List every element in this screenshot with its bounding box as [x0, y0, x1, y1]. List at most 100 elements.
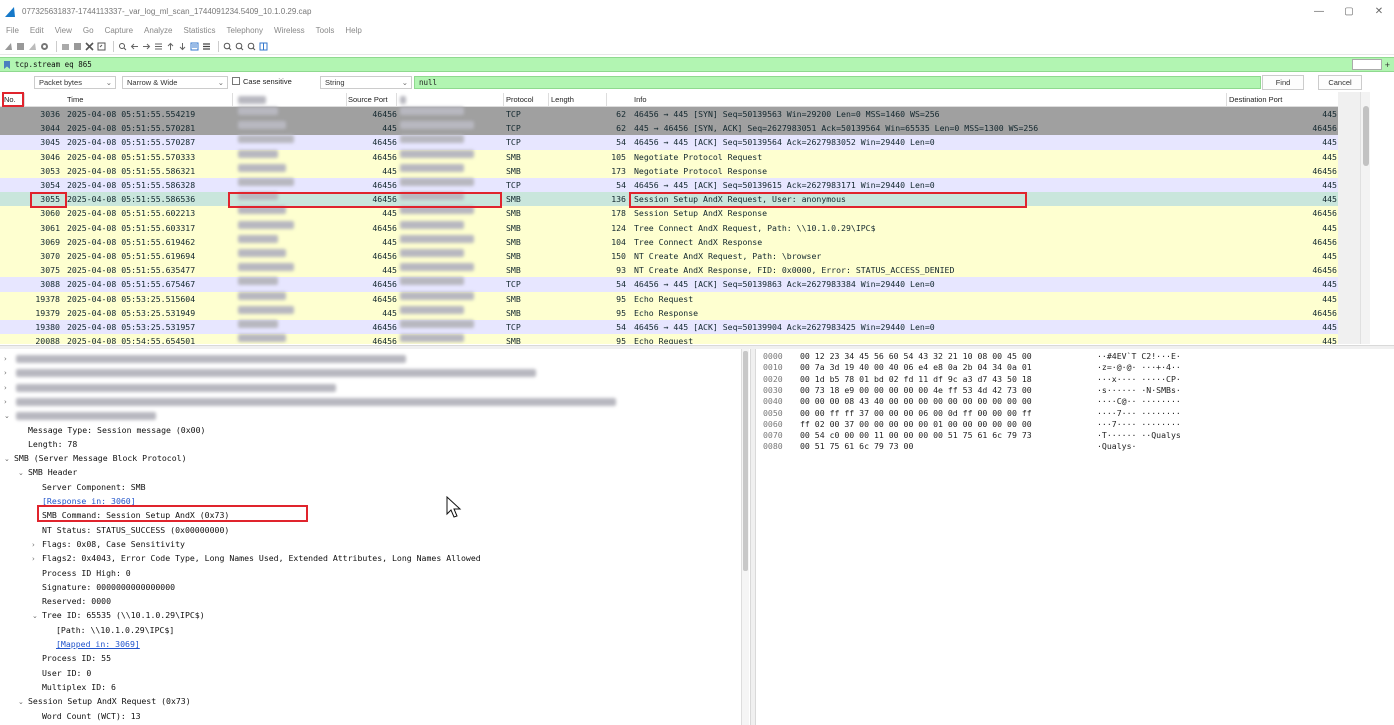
case-sensitive-checkbox[interactable]: Case sensitive	[232, 77, 292, 86]
details-tree-row[interactable]: Word Count (WCT): 13	[32, 709, 141, 723]
find-input[interactable]: null	[414, 76, 1261, 89]
menu-view[interactable]: View	[55, 26, 72, 35]
stop-capture-icon[interactable]	[16, 42, 25, 51]
column-protocol[interactable]: Protocol	[506, 95, 534, 104]
menu-telephony[interactable]: Telephony	[227, 26, 263, 35]
add-filter-button[interactable]: +	[1385, 60, 1390, 70]
chevron-right-icon[interactable]: ›	[4, 395, 14, 409]
pane-splitter[interactable]	[750, 349, 756, 725]
maximize-button[interactable]: ▢	[1334, 0, 1364, 23]
details-tree-row[interactable]: › Flags: 0x08, Case Sensitivity	[32, 537, 185, 551]
details-tree-row[interactable]: ›	[4, 380, 336, 395]
column-source-port[interactable]: Source Port	[348, 95, 388, 104]
display-filter-input[interactable]: tcp.stream eq 865	[15, 60, 92, 69]
details-tree-row[interactable]: Length: 78	[18, 437, 77, 451]
column-info[interactable]: Info	[634, 95, 647, 104]
zoom-out-icon[interactable]	[235, 42, 244, 51]
chevron-down-icon[interactable]: ⌄	[18, 466, 28, 480]
packet-row[interactable]: 3044 2025-04-08 05:51:55.570281 445 TCP 62 44…	[0, 121, 1338, 136]
menu-help[interactable]: Help	[345, 26, 361, 35]
column-time[interactable]: Time	[67, 95, 83, 104]
column-separator[interactable]	[346, 93, 347, 106]
column-separator[interactable]	[232, 93, 233, 106]
menu-file[interactable]: File	[6, 26, 19, 35]
chevron-down-icon[interactable]: ⌄	[4, 409, 14, 423]
autoscroll-icon[interactable]	[190, 42, 199, 51]
zoom-in-icon[interactable]	[223, 42, 232, 51]
menu-edit[interactable]: Edit	[30, 26, 44, 35]
checkbox-box[interactable]	[232, 77, 240, 85]
packet-row[interactable]: 19380 2025-04-08 05:53:25.531957 46456 TCP 5…	[0, 320, 1338, 335]
menu-statistics[interactable]: Statistics	[184, 26, 216, 35]
menu-analyze[interactable]: Analyze	[144, 26, 172, 35]
details-tree-row[interactable]: ›	[4, 394, 616, 409]
details-tree-row[interactable]: ›	[4, 365, 536, 380]
restart-capture-icon[interactable]	[28, 42, 37, 51]
colorize-icon[interactable]	[202, 42, 211, 51]
close-button[interactable]: ✕	[1364, 0, 1394, 23]
details-tree-row[interactable]: ⌄ SMB (Server Message Block Protocol)	[4, 451, 187, 465]
search-in-select[interactable]: Packet bytes ⌄	[34, 76, 116, 89]
packet-row[interactable]: 19379 2025-04-08 05:53:25.531949 445 SMB 95 E…	[0, 305, 1338, 320]
menu-tools[interactable]: Tools	[316, 26, 335, 35]
chevron-right-icon[interactable]: ›	[4, 381, 14, 395]
find-packet-icon[interactable]	[118, 42, 127, 51]
filter-clear-apply-buttons[interactable]	[1351, 59, 1382, 70]
chevron-right-icon[interactable]: ›	[4, 352, 14, 366]
go-to-packet-icon[interactable]	[154, 42, 163, 51]
column-separator[interactable]	[606, 93, 607, 106]
capture-options-icon[interactable]	[40, 42, 49, 51]
packet-row[interactable]: 3061 2025-04-08 05:51:55.603317 46456 SMB 12…	[0, 220, 1338, 235]
details-tree-row[interactable]: ⌄ SMB Header	[18, 465, 77, 479]
packet-row[interactable]: 3060 2025-04-08 05:51:55.602213 445 SMB 178 S…	[0, 206, 1338, 221]
normal-size-icon[interactable]	[247, 42, 256, 51]
details-tree-row[interactable]: Multiplex ID: 6	[32, 680, 116, 694]
menu-go[interactable]: Go	[83, 26, 94, 35]
details-tree-row[interactable]: Process ID High: 0	[32, 566, 131, 580]
details-tree-row[interactable]: ⌄ Tree ID: 65535 (\\10.1.0.29\IPC$)	[32, 608, 205, 622]
open-file-icon[interactable]	[61, 42, 70, 51]
bookmark-icon[interactable]	[2, 60, 12, 70]
go-forward-icon[interactable]	[142, 42, 151, 51]
packet-row[interactable]: 3069 2025-04-08 05:51:55.619462 445 SMB 104 T…	[0, 234, 1338, 249]
details-tree-row[interactable]: Reserved: 0000	[32, 594, 111, 608]
column-destination-port[interactable]: Destination Port	[1229, 95, 1282, 104]
details-tree-row[interactable]: [Path: \\10.1.0.29\IPC$]	[46, 623, 174, 637]
column-separator[interactable]	[1226, 93, 1227, 106]
resize-columns-icon[interactable]	[259, 42, 268, 51]
column-separator[interactable]	[24, 93, 25, 106]
minimize-button[interactable]: —	[1304, 0, 1334, 23]
close-file-icon[interactable]	[85, 41, 94, 51]
packet-row[interactable]: 3054 2025-04-08 05:51:55.586328 46456 TCP 54…	[0, 178, 1338, 193]
details-tree-row[interactable]: [Mapped in: 3069]	[46, 637, 140, 651]
details-tree-row[interactable]: Message Type: Session message (0x00)	[18, 423, 205, 437]
scrollbar-thumb[interactable]	[1363, 106, 1369, 166]
column-separator[interactable]	[503, 93, 504, 106]
details-tree-row[interactable]: › Flags2: 0x4043, Error Code Type, Long N…	[32, 551, 481, 565]
details-tree-row[interactable]: Server Component: SMB	[32, 480, 146, 494]
packet-row[interactable]: 19378 2025-04-08 05:53:25.515604 46456 SMB 9…	[0, 291, 1338, 306]
chevron-down-icon[interactable]: ⌄	[4, 452, 14, 466]
char-width-select[interactable]: Narrow & Wide ⌄	[122, 76, 228, 89]
find-button[interactable]: Find	[1262, 75, 1304, 90]
details-tree-row[interactable]: NT Status: STATUS_SUCCESS (0x00000000)	[32, 523, 229, 537]
packet-row[interactable]: 3075 2025-04-08 05:51:55.635477 445 SMB 93 NT…	[0, 263, 1338, 278]
packet-list-scrollbar[interactable]	[1360, 92, 1370, 344]
chevron-down-icon[interactable]: ⌄	[18, 695, 28, 709]
last-packet-icon[interactable]	[178, 42, 187, 51]
details-scrollbar[interactable]	[741, 349, 749, 725]
details-tree-row[interactable]: ⌄	[4, 408, 156, 423]
column-separator[interactable]	[396, 93, 397, 106]
chevron-right-icon[interactable]: ›	[4, 366, 14, 380]
details-tree-row[interactable]: Process ID: 55	[32, 651, 111, 665]
menu-capture[interactable]: Capture	[105, 26, 133, 35]
cancel-button[interactable]: Cancel	[1318, 75, 1362, 90]
packet-row[interactable]: 3045 2025-04-08 05:51:55.570287 46456 TCP 54…	[0, 135, 1338, 150]
save-file-icon[interactable]	[73, 42, 82, 51]
packet-row[interactable]: 20088 2025-04-08 05:54:55.654501 46456 SMB 9…	[0, 334, 1338, 344]
column-separator[interactable]	[548, 93, 549, 106]
packet-row[interactable]: 3046 2025-04-08 05:51:55.570333 46456 SMB 10…	[0, 149, 1338, 164]
details-tree-row[interactable]: ⌄ Session Setup AndX Request (0x73)	[18, 694, 191, 708]
chevron-right-icon[interactable]: ›	[32, 552, 42, 566]
start-capture-icon[interactable]	[4, 42, 13, 51]
